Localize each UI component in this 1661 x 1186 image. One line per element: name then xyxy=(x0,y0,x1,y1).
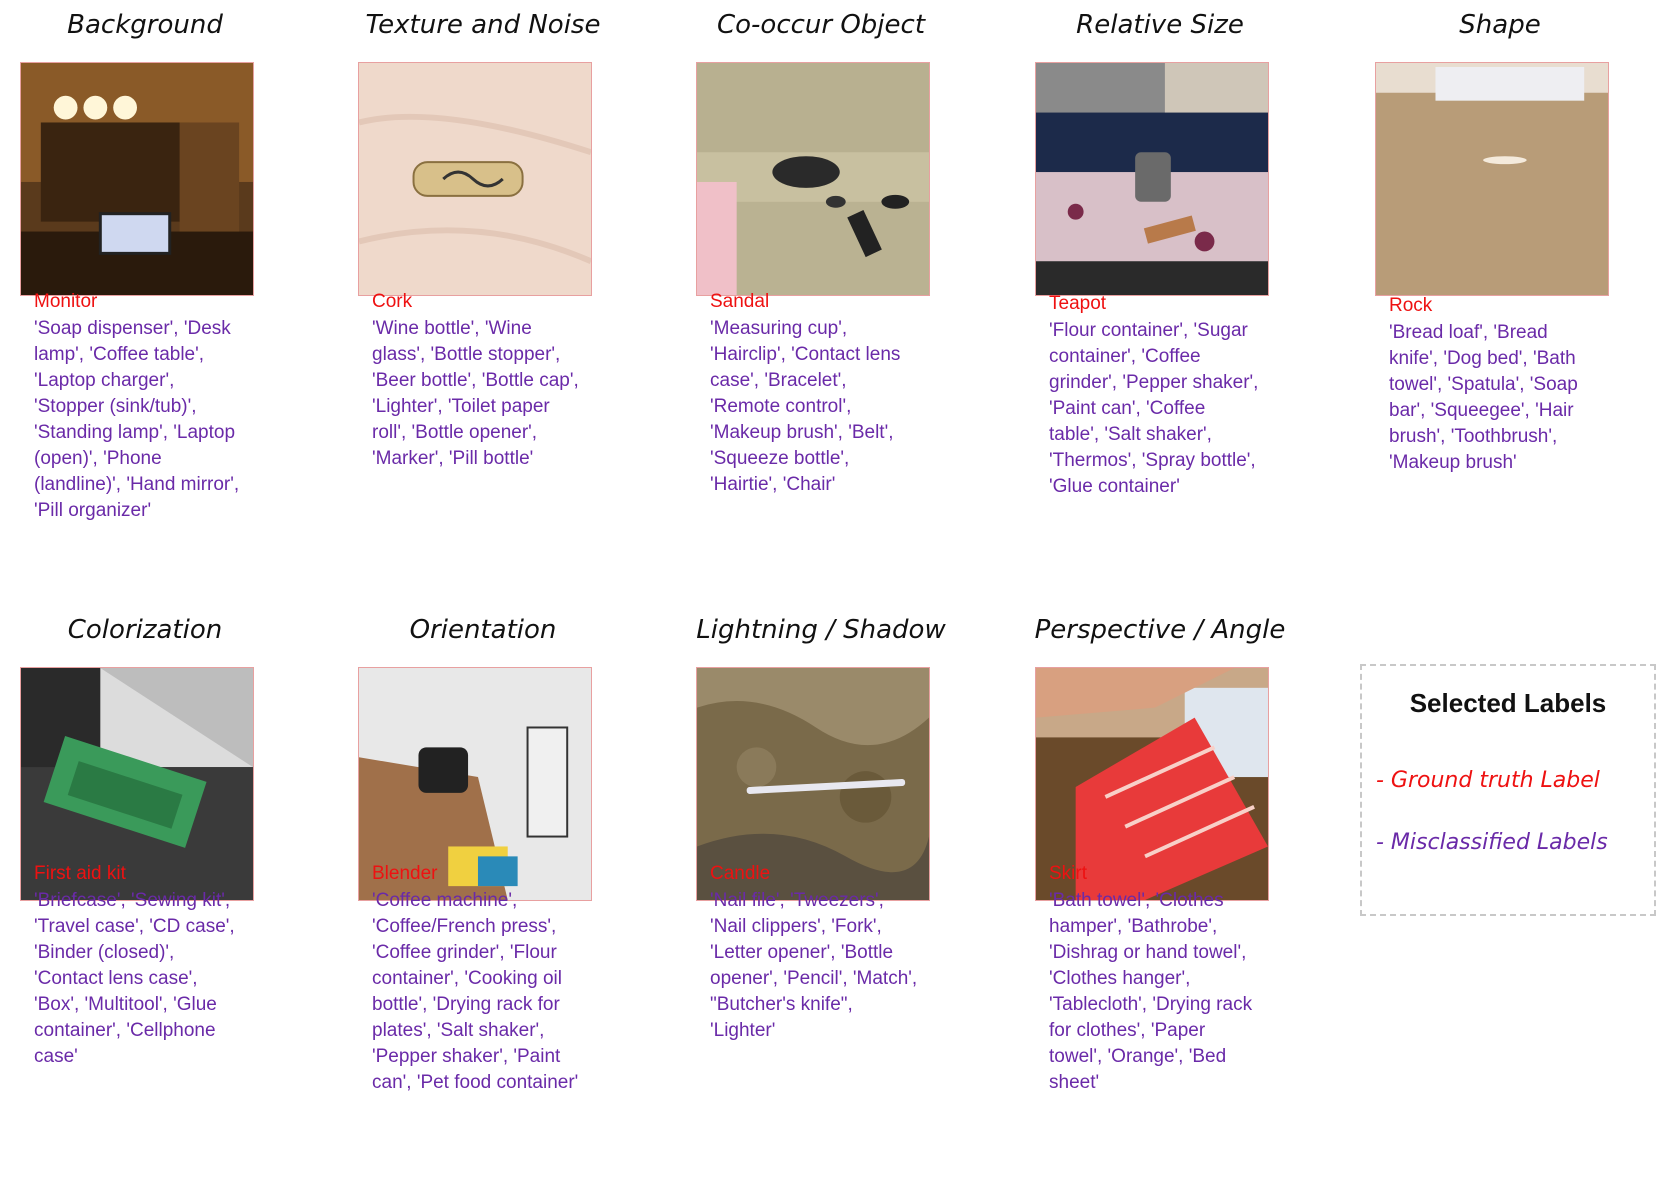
panel-perspective-angle: Perspective / Angle Skirt 'Bath towel', … xyxy=(1015,615,1305,1093)
panel-co-occur-object: Co-occur Object Sandal 'Measuring cup', … xyxy=(676,10,966,495)
photo-background xyxy=(20,62,254,296)
misclassified-labels: 'Soap dispenser', 'Desk lamp', 'Coffee t… xyxy=(34,318,240,521)
photo-co-occur-object xyxy=(696,62,930,296)
panel-colorization: Colorization First aid kit 'Briefcase', … xyxy=(0,615,290,1067)
panel-orientation: Orientation Blender 'Coffee machine', 'C… xyxy=(338,615,628,1093)
panel-lightning-shadow: Lightning / Shadow Candle 'Nail file', '… xyxy=(676,615,966,1041)
panel-title: Co-occur Object xyxy=(716,10,926,40)
photo-relative-size xyxy=(1035,62,1269,296)
panel-title: Shape xyxy=(1459,10,1541,40)
ground-truth-label: Candle xyxy=(710,863,771,884)
panel-texture-noise: Texture and Noise Cork 'Wine bottle', 'W… xyxy=(338,10,628,469)
misclassified-labels: 'Nail file', 'Tweezers', 'Nail clippers'… xyxy=(710,890,918,1041)
misclassified-labels: 'Bread loaf', 'Bread knife', 'Dog bed', … xyxy=(1389,322,1578,473)
panel-title: Orientation xyxy=(409,615,557,645)
misclassified-labels: 'Measuring cup', 'Hairclip', 'Contact le… xyxy=(710,318,901,495)
ground-truth-label: Sandal xyxy=(710,291,770,312)
panel-shape: Shape Rock 'Bread loaf', 'Bread knife', … xyxy=(1355,10,1645,473)
ground-truth-label: Blender xyxy=(372,863,438,884)
misclassified-labels: 'Wine bottle', 'Wine glass', 'Bottle sto… xyxy=(372,318,579,469)
misclassified-labels: 'Briefcase', 'Sewing kit', 'Travel case'… xyxy=(34,890,235,1067)
panel-title: Colorization xyxy=(67,615,223,645)
legend-box: Selected Labels - Ground truth Label - M… xyxy=(1360,664,1656,916)
panel-title: Relative Size xyxy=(1076,10,1244,40)
legend-ground-truth: - Ground truth Label xyxy=(1376,768,1600,793)
legend-title: Selected Labels xyxy=(1409,688,1607,718)
panel-title: Perspective / Angle xyxy=(1034,615,1286,645)
ground-truth-label: Teapot xyxy=(1049,293,1107,314)
panel-relative-size: Relative Size Teapot 'Flour container', … xyxy=(1015,10,1305,497)
misclassified-labels: 'Flour container', 'Sugar container', 'C… xyxy=(1049,320,1259,497)
legend-misclassified: - Misclassified Labels xyxy=(1376,830,1608,855)
ground-truth-label: Rock xyxy=(1389,295,1433,316)
panel-title: Background xyxy=(67,10,223,40)
ground-truth-label: Cork xyxy=(372,291,413,312)
panel-title: Texture and Noise xyxy=(365,10,601,40)
panel-title: Lightning / Shadow xyxy=(696,615,946,645)
photo-shape xyxy=(1375,62,1609,296)
panel-background: Background Monitor 'Soap dispenser', 'De… xyxy=(0,10,290,521)
photo-texture-noise xyxy=(358,62,592,296)
ground-truth-label: Skirt xyxy=(1049,863,1087,884)
misclassified-labels: 'Coffee machine', 'Coffee/French press',… xyxy=(372,890,579,1093)
ground-truth-label: First aid kit xyxy=(34,863,126,884)
ground-truth-label: Monitor xyxy=(34,291,98,312)
misclassified-labels: 'Bath towel', 'Clothes hamper', 'Bathrob… xyxy=(1049,890,1253,1093)
